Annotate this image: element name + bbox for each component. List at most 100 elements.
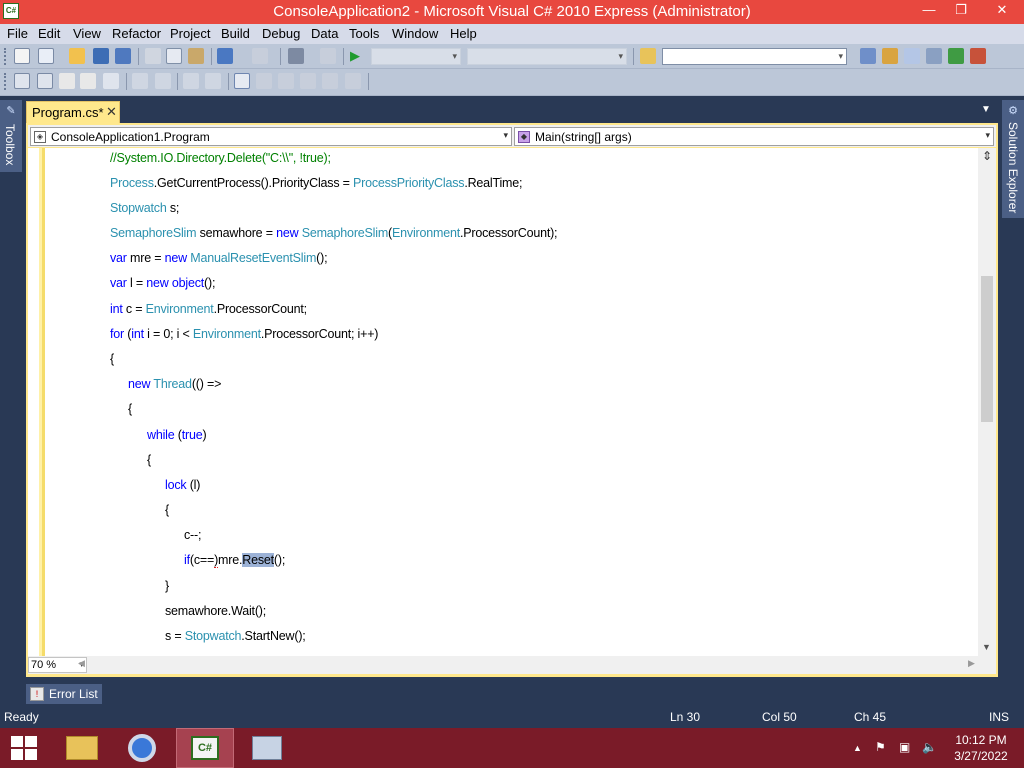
indicator-margin[interactable] xyxy=(28,148,42,656)
properties-window-icon[interactable] xyxy=(882,48,898,64)
menu-project[interactable]: Project xyxy=(170,26,210,41)
change-tracking-bar xyxy=(42,148,45,656)
extension-manager-icon[interactable] xyxy=(970,48,986,64)
code-line-8[interactable]: for (int i = 0; i < Environment.Processo… xyxy=(110,327,378,341)
solution-explorer-icon[interactable]: ⚙ xyxy=(1006,104,1020,118)
menu-build[interactable]: Build xyxy=(221,26,250,41)
solution-explorer-side-tab[interactable]: ⚙ Solution Explorer xyxy=(1002,100,1024,218)
code-line-15[interactable]: { xyxy=(165,503,169,517)
action-center-flag-icon[interactable]: ⚑ xyxy=(875,740,886,754)
code-editor[interactable]: //System.IO.Directory.Delete("C:\\", !tr… xyxy=(28,148,978,656)
increase-indent-icon[interactable] xyxy=(155,73,171,89)
solution-explorer-label: Solution Explorer xyxy=(1006,122,1020,214)
menu-tools[interactable]: Tools xyxy=(349,26,379,41)
taskbar: C# ▲ ⚑ ▣ 🔈 10:12 PM 3/27/2022 xyxy=(0,728,1024,768)
solution-explorer-icon[interactable] xyxy=(860,48,876,64)
menu-file[interactable]: File xyxy=(7,26,28,41)
code-line-2[interactable]: Process.GetCurrentProcess().PriorityClas… xyxy=(110,176,522,190)
decrease-indent-icon[interactable] xyxy=(132,73,148,89)
toggle-bookmark-icon[interactable] xyxy=(234,73,250,89)
comment-out-lines-icon[interactable] xyxy=(183,73,199,89)
class-selector-dropdown[interactable]: ◈ ConsoleApplication1.Program ▾ xyxy=(30,127,512,146)
find-combo-box[interactable]: ▾ xyxy=(662,48,847,65)
display-object-member-list-icon[interactable] xyxy=(14,73,30,89)
code-line-6[interactable]: var l = new object(); xyxy=(110,276,215,290)
copy-icon[interactable] xyxy=(166,48,182,64)
restore-button[interactable]: ❐ xyxy=(946,0,976,22)
splitter-icon[interactable]: ⇕ xyxy=(980,150,994,164)
taskbar-visual-csharp[interactable]: C# xyxy=(176,728,234,768)
object-browser-icon[interactable] xyxy=(904,48,920,64)
start-page-icon[interactable] xyxy=(948,48,964,64)
document-tab-program-cs[interactable]: Program.cs* ✕ xyxy=(26,101,120,123)
taskbar-file-explorer[interactable] xyxy=(54,728,112,768)
code-line-14[interactable]: lock (l) xyxy=(165,478,200,492)
cut-icon[interactable] xyxy=(145,48,161,64)
paste-icon[interactable] xyxy=(188,48,204,64)
code-line-16[interactable]: c--; xyxy=(184,528,201,542)
show-hidden-icons-icon[interactable]: ▲ xyxy=(853,743,862,753)
code-line-11[interactable]: { xyxy=(128,402,132,416)
code-line-13[interactable]: { xyxy=(147,453,151,467)
member-selector-dropdown[interactable]: ◆ Main(string[] args) ▾ xyxy=(514,127,994,146)
error-list-tab[interactable]: ! Error List xyxy=(26,684,102,704)
display-parameter-info-icon[interactable] xyxy=(37,73,53,89)
menu-debug[interactable]: Debug xyxy=(262,26,300,41)
code-line-17[interactable]: if(c==)mre.Reset(); xyxy=(184,553,285,568)
start-button[interactable] xyxy=(0,728,58,768)
sort-icon[interactable] xyxy=(103,73,119,89)
active-files-dropdown-icon[interactable]: ▼ xyxy=(981,104,991,115)
code-line-1[interactable]: //System.IO.Directory.Delete("C:\\", !tr… xyxy=(110,151,331,165)
add-new-item-icon[interactable] xyxy=(38,48,54,64)
menu-help[interactable]: Help xyxy=(450,26,477,41)
system-clock[interactable]: 10:12 PM 3/27/2022 xyxy=(946,732,1016,764)
minimize-button[interactable]: — xyxy=(914,0,944,22)
toolbox-pin-icon[interactable]: ✎ xyxy=(4,104,18,118)
save-all-icon[interactable] xyxy=(115,48,131,64)
menu-refactor[interactable]: Refactor xyxy=(112,26,161,41)
quick-info-icon[interactable] xyxy=(59,73,75,89)
scroll-down-icon[interactable]: ▼ xyxy=(982,642,991,652)
code-line-10[interactable]: new Thread(() => xyxy=(128,377,221,391)
taskbar-chrome[interactable] xyxy=(114,728,172,768)
code-line-9[interactable]: { xyxy=(110,352,114,366)
navigate-backward-icon[interactable] xyxy=(288,48,304,64)
toolbox-side-tab[interactable]: ✎ Toolbox xyxy=(0,100,22,172)
toolbar-grip[interactable] xyxy=(4,73,8,90)
close-tab-icon[interactable]: ✕ xyxy=(106,104,117,120)
toolbar-separator xyxy=(177,73,178,90)
vertical-scrollbar-thumb[interactable] xyxy=(981,276,993,422)
toolbox-icon[interactable] xyxy=(926,48,942,64)
menu-edit[interactable]: Edit xyxy=(38,26,60,41)
save-icon[interactable] xyxy=(93,48,109,64)
code-line-4[interactable]: SemaphoreSlim semawhore = new SemaphoreS… xyxy=(110,226,558,240)
text-editor-toolbar xyxy=(0,69,1024,96)
start-debugging-icon[interactable]: ▶ xyxy=(350,48,366,64)
code-line-19[interactable]: semawhore.Wait(); xyxy=(165,604,266,618)
code-line-18[interactable]: } xyxy=(165,579,169,593)
open-folder-icon[interactable] xyxy=(69,48,85,64)
taskbar-performance-monitor[interactable] xyxy=(238,728,296,768)
menu-data[interactable]: Data xyxy=(311,26,338,41)
find-in-files-icon[interactable] xyxy=(640,48,656,64)
code-line-5[interactable]: var mre = new ManualResetEventSlim(); xyxy=(110,251,328,265)
chevron-down-icon: ▾ xyxy=(452,51,457,61)
volume-muted-icon[interactable]: 🔈 xyxy=(922,740,937,754)
network-icon[interactable]: ▣ xyxy=(899,740,910,754)
horizontal-scrollbar[interactable]: 70 % ▾ ◀ ▶ xyxy=(28,656,996,674)
code-line-7[interactable]: int c = Environment.ProcessorCount; xyxy=(110,302,307,316)
menu-view[interactable]: View xyxy=(73,26,101,41)
toolbar-grip[interactable] xyxy=(4,48,8,65)
new-project-icon[interactable] xyxy=(14,48,30,64)
menu-window[interactable]: Window xyxy=(392,26,438,41)
scroll-right-icon[interactable]: ▶ xyxy=(968,658,975,669)
code-line-3[interactable]: Stopwatch s; xyxy=(110,201,179,215)
code-line-12[interactable]: while (true) xyxy=(147,428,207,442)
undo-icon[interactable] xyxy=(217,48,233,64)
close-window-button[interactable]: ✕ xyxy=(982,0,1022,22)
code-line-20[interactable]: s = Stopwatch.StartNew(); xyxy=(165,629,306,643)
vertical-scrollbar[interactable]: ⇕ ▼ xyxy=(978,148,996,656)
scroll-left-icon[interactable]: ◀ xyxy=(78,658,85,669)
uncomment-lines-icon[interactable] xyxy=(205,73,221,89)
complete-word-icon[interactable] xyxy=(80,73,96,89)
